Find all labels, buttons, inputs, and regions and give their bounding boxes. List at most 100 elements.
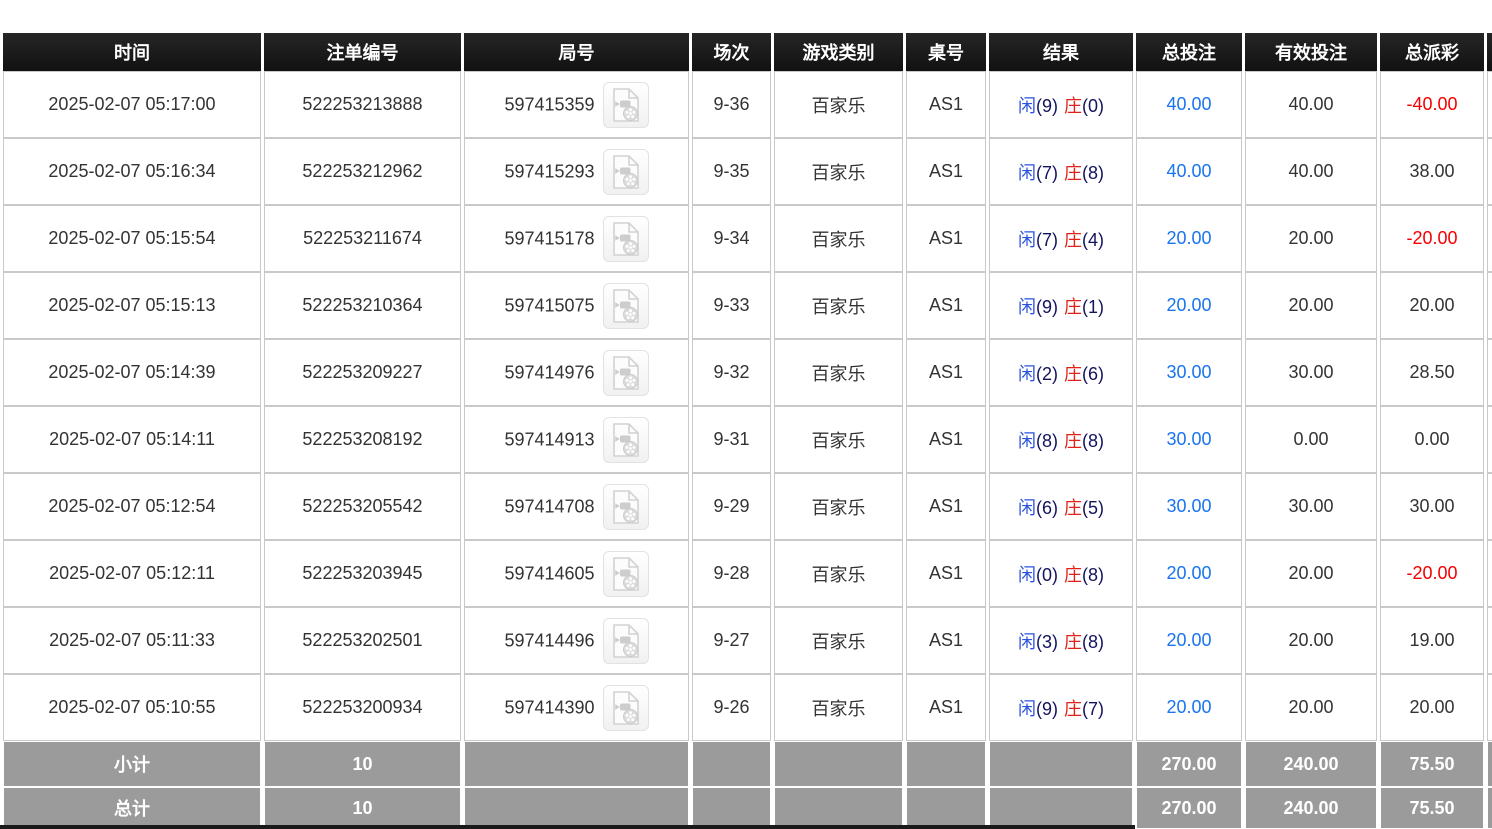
video-replay-button[interactable] [603,216,649,262]
cell-valid-bet: 40.00 [1245,71,1377,138]
result-banker-score: (7) [1082,699,1104,719]
result-banker-score: (8) [1082,431,1104,451]
footer-empty-cell [464,787,689,829]
grand-total-total-payout: 75.50 [1380,787,1484,829]
video-replay-button[interactable] [603,484,649,530]
result-player-label: 闲 [1018,498,1036,518]
cell-time: 2025-02-07 05:14:11 [3,406,261,473]
video-replay-button[interactable] [603,685,649,731]
result-banker-score: (4) [1082,230,1104,250]
cell-bet-id: 522253209227 [264,339,461,406]
table-row: 2025-02-07 05:10:55 522253200934 5974143… [3,674,1492,741]
result-banker-label: 庄 [1064,297,1082,317]
video-replay-button[interactable] [603,82,649,128]
grand-total-row: 总计 10 270.00 240.00 75.50 [3,787,1492,829]
video-file-icon [611,155,641,189]
video-file-icon [611,490,641,524]
cell-total-payout: 0.00 [1380,406,1484,473]
cell-total-bet: 30.00 [1136,473,1242,540]
cell-total-payout: 20.00 [1380,674,1484,741]
result-banker-label: 庄 [1064,96,1082,116]
cell-bet-id: 522253212962 [264,138,461,205]
cell-table-no: AS1 [906,473,986,540]
result-player-score: (7) [1036,163,1058,183]
subtotal-label: 小计 [3,741,261,787]
cell-result: 闲(9)庄(0) [989,71,1133,138]
cell-total-bet: 20.00 [1136,674,1242,741]
cell-valid-bet: 30.00 [1245,473,1377,540]
cell-table-no: AS1 [906,71,986,138]
subtotal-valid-bet: 240.00 [1245,741,1377,787]
cell-result: 闲(2)庄(6) [989,339,1133,406]
cell-clipped [1487,607,1492,674]
cell-valid-bet: 30.00 [1245,339,1377,406]
column-header-bet-id: 注单编号 [264,33,461,71]
video-replay-button[interactable] [603,417,649,463]
video-file-icon [611,222,641,256]
cell-table-no: AS1 [906,607,986,674]
cell-time: 2025-02-07 05:12:11 [3,540,261,607]
grand-total-total-bet: 270.00 [1136,787,1242,829]
video-replay-button[interactable] [603,551,649,597]
video-replay-button[interactable] [603,149,649,195]
result-player-score: (3) [1036,632,1058,652]
cell-total-bet: 40.00 [1136,71,1242,138]
cell-bet-id: 522253210364 [264,272,461,339]
video-replay-button[interactable] [603,283,649,329]
cell-game-type: 百家乐 [774,674,903,741]
bet-history-table: 时间 注单编号 局号 场次 游戏类别 桌号 结果 总投注 有效投注 总派彩 20… [0,33,1492,829]
result-banker-score: (8) [1082,632,1104,652]
cell-time: 2025-02-07 05:11:33 [3,607,261,674]
column-header-clipped [1487,33,1492,71]
table-row: 2025-02-07 05:11:33 522253202501 5974144… [3,607,1492,674]
cell-time: 2025-02-07 05:16:34 [3,138,261,205]
cell-bet-id: 522253208192 [264,406,461,473]
round-number: 597414708 [504,496,594,516]
cell-table-no: AS1 [906,674,986,741]
cell-table-no: AS1 [906,406,986,473]
grand-total-valid-bet: 240.00 [1245,787,1377,829]
footer-empty-cell [906,787,986,829]
cell-session: 9-29 [692,473,771,540]
result-player-score: (2) [1036,364,1058,384]
footer-empty-cell [692,787,771,829]
cell-time: 2025-02-07 05:12:54 [3,473,261,540]
result-player-score: (9) [1036,297,1058,317]
cell-valid-bet: 0.00 [1245,406,1377,473]
subtotal-count: 10 [264,741,461,787]
video-file-icon [611,423,641,457]
column-header-result: 结果 [989,33,1133,71]
video-replay-button[interactable] [603,350,649,396]
cell-game-type: 百家乐 [774,473,903,540]
cell-bet-id: 522253213888 [264,71,461,138]
grand-total-label: 总计 [3,787,261,829]
result-banker-score: (8) [1082,565,1104,585]
round-number: 597414605 [504,563,594,583]
result-player-label: 闲 [1018,96,1036,116]
result-banker-score: (1) [1082,297,1104,317]
result-banker-label: 庄 [1064,565,1082,585]
cell-result: 闲(0)庄(8) [989,540,1133,607]
result-player-score: (0) [1036,565,1058,585]
result-player-score: (9) [1036,699,1058,719]
cell-session: 9-35 [692,138,771,205]
cell-result: 闲(9)庄(1) [989,272,1133,339]
cell-round: 597415075 [464,272,689,339]
cell-round: 597414496 [464,607,689,674]
cell-time: 2025-02-07 05:10:55 [3,674,261,741]
cell-total-payout: 30.00 [1380,473,1484,540]
result-banker-score: (8) [1082,163,1104,183]
column-header-time: 时间 [3,33,261,71]
cell-total-payout: 19.00 [1380,607,1484,674]
result-banker-score: (6) [1082,364,1104,384]
video-replay-button[interactable] [603,618,649,664]
cell-session: 9-36 [692,71,771,138]
cell-game-type: 百家乐 [774,406,903,473]
cell-time: 2025-02-07 05:15:54 [3,205,261,272]
round-number: 597415293 [504,161,594,181]
result-banker-label: 庄 [1064,364,1082,384]
cell-round: 597415293 [464,138,689,205]
cell-bet-id: 522253211674 [264,205,461,272]
cell-bet-id: 522253205542 [264,473,461,540]
footer-empty-cell [464,741,689,787]
